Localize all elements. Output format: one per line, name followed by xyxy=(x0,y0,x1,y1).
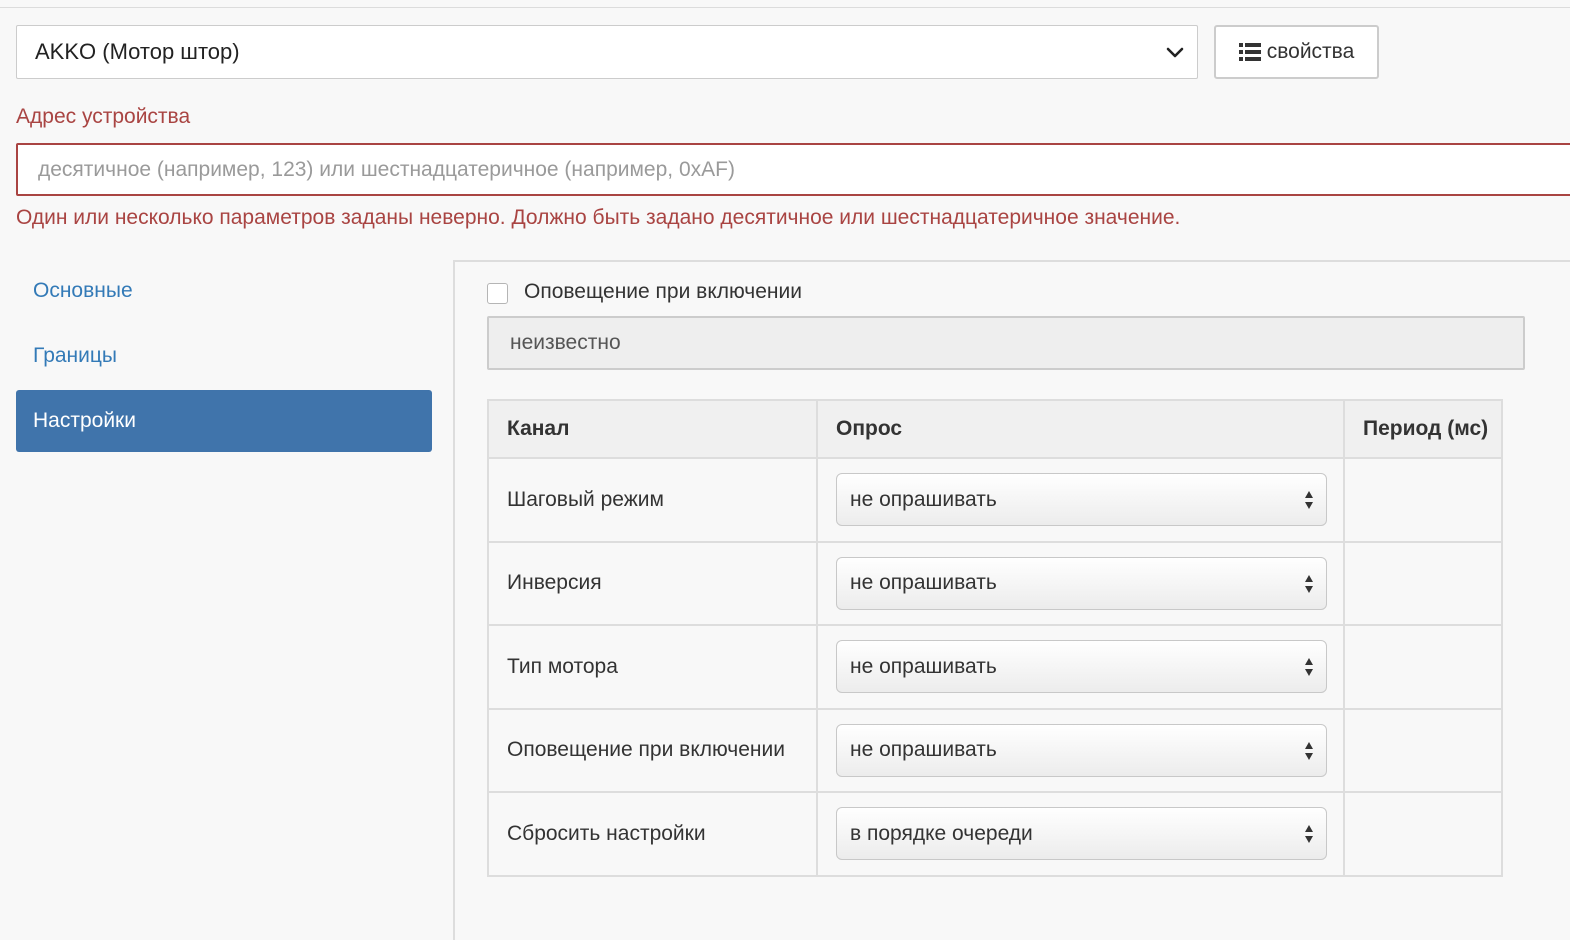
column-header-poll: Опрос xyxy=(816,399,1345,459)
top-divider xyxy=(0,7,1570,8)
poll-select[interactable]: в порядке очереди xyxy=(836,807,1327,861)
period-cell xyxy=(1343,624,1503,710)
sidebar-item-label: Настройки xyxy=(33,409,136,432)
sidebar-item-basic[interactable]: Основные xyxy=(16,260,432,322)
poll-select-value: в порядке очереди xyxy=(850,821,1033,845)
table-row: Инверсия не опрашивать xyxy=(487,540,1503,626)
channel-name: Сбросить настройки xyxy=(487,791,818,877)
sidebar-nav: Основные Границы Настройки xyxy=(16,260,432,455)
poll-cell: не опрашивать xyxy=(816,457,1345,543)
table-row: Тип мотора не опрашивать xyxy=(487,624,1503,710)
sidebar-item-limits[interactable]: Границы xyxy=(16,325,432,387)
notify-on-power-row: Оповещение при включении xyxy=(487,280,802,304)
period-cell xyxy=(1343,457,1503,543)
channel-name: Тип мотора xyxy=(487,624,818,710)
address-error-message: Один или несколько параметров заданы нев… xyxy=(16,206,1181,229)
poll-cell: в порядке очереди xyxy=(816,791,1345,877)
address-input[interactable] xyxy=(16,143,1570,196)
channels-table: Канал Опрос Период (мс) Шаговый режим не… xyxy=(487,399,1503,877)
updown-arrows-icon xyxy=(1305,574,1313,593)
poll-select[interactable]: не опрашивать xyxy=(836,723,1327,777)
updown-arrows-icon xyxy=(1305,741,1313,760)
column-header-period: Период (мс) xyxy=(1343,399,1503,459)
updown-arrows-icon xyxy=(1305,491,1313,510)
poll-select-value: не опрашивать xyxy=(850,654,997,678)
period-cell xyxy=(1343,791,1503,877)
poll-cell: не опрашивать xyxy=(816,624,1345,710)
device-select-value: AKKO (Мотор штор) xyxy=(35,39,240,64)
poll-select-value: не опрашивать xyxy=(850,738,997,762)
chevron-down-icon xyxy=(1166,47,1184,58)
poll-select[interactable]: не опрашивать xyxy=(836,556,1327,610)
poll-select[interactable]: не опрашивать xyxy=(836,473,1327,527)
poll-select[interactable]: не опрашивать xyxy=(836,640,1327,694)
period-cell xyxy=(1343,707,1503,793)
sidebar-item-settings[interactable]: Настройки xyxy=(16,390,432,452)
table-row: Сбросить настройки в порядке очереди xyxy=(487,791,1503,877)
channel-name: Шаговый режим xyxy=(487,457,818,543)
channel-name: Инверсия xyxy=(487,540,818,626)
poll-cell: не опрашивать xyxy=(816,540,1345,626)
notify-on-power-label: Оповещение при включении xyxy=(524,280,802,303)
poll-select-value: не опрашивать xyxy=(850,487,997,511)
column-header-channel: Канал xyxy=(487,399,818,459)
list-icon xyxy=(1238,43,1261,61)
properties-button[interactable]: свойства xyxy=(1214,25,1379,79)
device-select[interactable]: AKKO (Мотор штор) xyxy=(16,25,1198,79)
sidebar-item-label: Основные xyxy=(33,279,133,302)
updown-arrows-icon xyxy=(1305,658,1313,677)
status-field: неизвестно xyxy=(487,316,1525,370)
poll-select-value: не опрашивать xyxy=(850,571,997,595)
properties-button-label: свойства xyxy=(1266,40,1355,63)
status-value: неизвестно xyxy=(510,331,621,354)
table-row: Оповещение при включении не опрашивать xyxy=(487,707,1503,793)
channel-name: Оповещение при включении xyxy=(487,707,818,793)
address-label: Адрес устройства xyxy=(16,105,191,128)
poll-cell: не опрашивать xyxy=(816,707,1345,793)
table-header-row: Канал Опрос Период (мс) xyxy=(487,399,1503,459)
updown-arrows-icon xyxy=(1305,825,1313,844)
sidebar-item-label: Границы xyxy=(33,344,117,367)
table-row: Шаговый режим не опрашивать xyxy=(487,457,1503,543)
notify-on-power-checkbox[interactable] xyxy=(487,282,508,304)
period-cell xyxy=(1343,540,1503,626)
